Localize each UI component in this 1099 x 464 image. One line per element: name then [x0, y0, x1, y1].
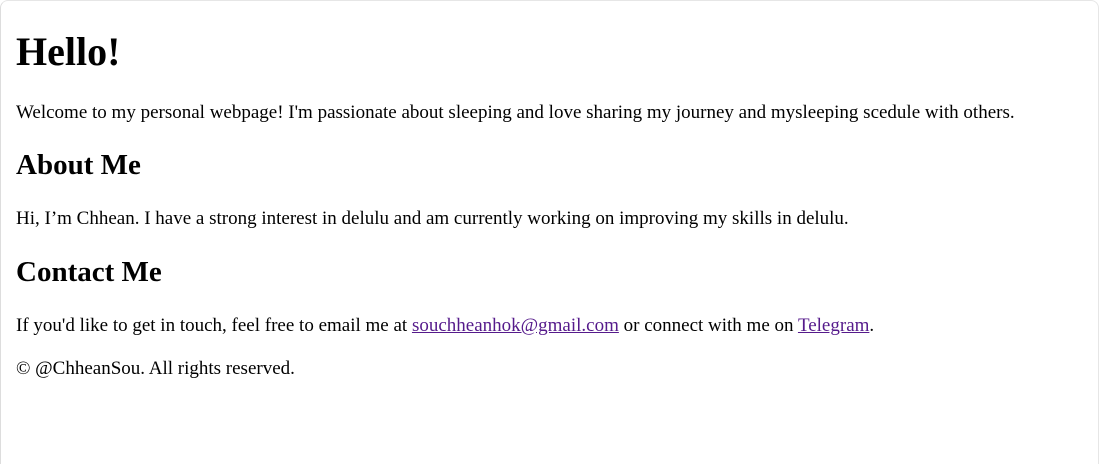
contact-text-between-links: or connect with me on: [618, 315, 798, 336]
intro-paragraph: Welcome to my personal webpage! I'm pass…: [16, 102, 1015, 123]
contact-text-before-email: If you'd like to get in touch, feel free…: [16, 315, 412, 336]
email-link[interactable]: souchheanhok@gmail.com: [412, 315, 619, 336]
contact-heading: Contact Me: [16, 256, 162, 288]
page-title: Hello!: [16, 29, 121, 74]
telegram-link[interactable]: Telegram: [798, 315, 869, 336]
about-paragraph: Hi, I’m Chhean. I have a strong interest…: [16, 208, 849, 229]
browser-viewport: Hello! Welcome to my personal webpage! I…: [0, 0, 1099, 464]
contact-paragraph: If you'd like to get in touch, feel free…: [16, 315, 874, 337]
contact-text-after-links: .: [869, 315, 875, 336]
about-heading: About Me: [16, 149, 141, 181]
copyright-text: © @ChheanSou. All rights reserved.: [16, 358, 295, 379]
